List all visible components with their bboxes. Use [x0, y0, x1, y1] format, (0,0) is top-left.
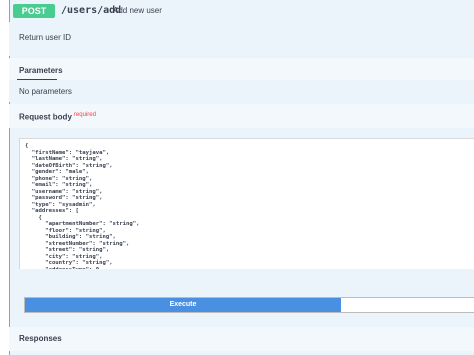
no-parameters-text: No parameters — [19, 87, 72, 96]
parameters-body: No parameters — [9, 80, 474, 102]
responses-title: Responses — [19, 334, 62, 343]
description-text: Return user ID — [19, 33, 72, 42]
tab-parameters[interactable]: Parameters — [19, 66, 63, 75]
operation-description: Return user ID — [9, 22, 474, 56]
opblock-summary[interactable]: POST /users/add Add new user — [9, 2, 474, 19]
endpoint-summary: Add new user — [113, 6, 162, 15]
request-body-json[interactable]: { "firstName": "tayjava", "lastName": "s… — [20, 139, 474, 269]
request-body-label: Request body — [19, 112, 72, 122]
execute-wrapper: Execute — [24, 297, 474, 313]
responses-header: Responses — [9, 327, 474, 351]
required-marker: required — [73, 112, 96, 118]
request-body-header: Request body required — [9, 104, 474, 128]
http-method-badge: POST — [13, 4, 55, 18]
request-body-title: Request body required — [19, 112, 96, 122]
parameters-header: Parameters — [9, 58, 474, 82]
request-body-editor[interactable]: { "firstName": "tayjava", "lastName": "s… — [19, 138, 474, 269]
execute-button[interactable]: Execute — [25, 298, 341, 312]
